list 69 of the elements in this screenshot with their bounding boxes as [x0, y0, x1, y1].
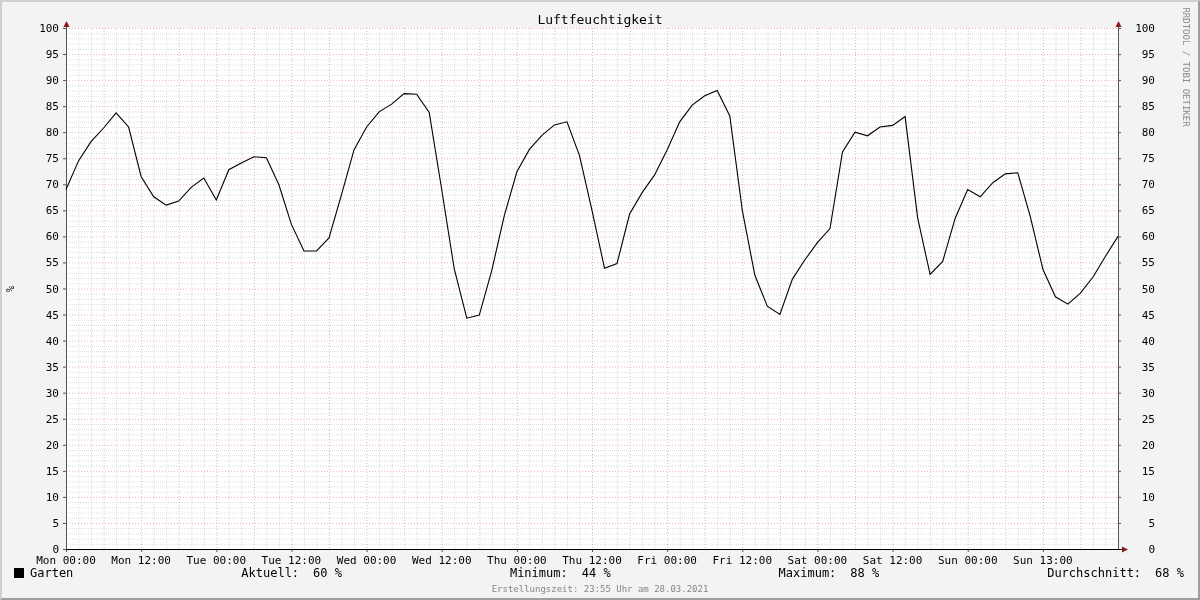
axis-label: Sat 00:00 — [787, 554, 848, 564]
axis-label: 25 — [1141, 412, 1155, 426]
axis-label: 40 — [1141, 334, 1155, 348]
stat-label: Durchschnitt: — [1047, 565, 1142, 582]
axis-label: Mon 00:00 — [36, 554, 96, 564]
axis-label: 30 — [1141, 386, 1155, 400]
axis-label: 55 — [1141, 256, 1155, 270]
axis-label: 70 — [1141, 178, 1155, 192]
axis-label: 70 — [45, 178, 59, 192]
axis-label: 100 — [1135, 22, 1155, 35]
stat-label: Aktuell: — [241, 565, 300, 582]
axis-label: Thu 12:00 — [562, 554, 622, 564]
stat-label: Minimum: — [509, 565, 568, 582]
axis-label: Sat 12:00 — [862, 554, 923, 564]
axis-label: 35 — [1141, 360, 1155, 374]
axis-label: 45 — [1141, 308, 1155, 322]
stat-value: 60 % — [313, 565, 342, 582]
axis-label: 60 — [1141, 230, 1155, 244]
stat-value: 88 % — [850, 565, 880, 582]
stat-value: 68 % — [1155, 565, 1184, 582]
axis-label: 80 — [1141, 126, 1155, 140]
axis-label: 95 — [45, 48, 59, 62]
axis-label: Wed 12:00 — [411, 554, 472, 564]
axis-label: Fri 00:00 — [637, 554, 697, 564]
axis-label: 25 — [45, 412, 59, 426]
axis-label: 15 — [45, 464, 59, 478]
axis-label: 40 — [45, 334, 59, 348]
axis-label: Wed 00:00 — [336, 554, 397, 564]
chart-title: Luftfeuchtigkeit — [537, 12, 663, 27]
axis-label: 5 — [1148, 516, 1155, 530]
axis-label: 65 — [45, 204, 59, 218]
axis-label: 20 — [1141, 438, 1155, 452]
axis-label: Tue 12:00 — [261, 554, 322, 564]
axis-label: 20 — [45, 438, 59, 452]
axis-label: 45 — [45, 308, 59, 322]
axis-label: 10 — [1141, 490, 1155, 504]
axis-label: 75 — [1141, 152, 1155, 166]
axis-label: 95 — [1141, 48, 1155, 62]
stat-label: Maximum: — [778, 565, 837, 582]
axis-label: 30 — [45, 386, 59, 400]
stat-value: 44 % — [581, 565, 611, 582]
axis-label: 10 — [45, 490, 59, 504]
axis-label: 80 — [45, 126, 59, 140]
axis-label: Fri 12:00 — [712, 554, 773, 564]
axis-label: 90 — [45, 74, 59, 88]
axis-label: Sun 00:00 — [937, 554, 998, 564]
axis-label: 50 — [45, 282, 59, 296]
legend-label: Garten — [30, 565, 74, 582]
axis-label: 0 — [52, 543, 59, 556]
axis-label: Thu 00:00 — [487, 554, 547, 564]
axis-label: 35 — [45, 360, 59, 374]
axis-label: 85 — [45, 100, 59, 114]
axis-label: Sun 13:00 — [1013, 554, 1073, 564]
credit-text: RRDTOOL / TOBI OETIKER — [1181, 6, 1191, 129]
axis-label: 75 — [45, 152, 59, 166]
y-axis-title: % — [5, 286, 16, 292]
axis-label: 65 — [1141, 204, 1155, 218]
axis-label: 50 — [1141, 282, 1155, 296]
axis-label: 90 — [1141, 74, 1155, 88]
axis-label: 15 — [1141, 464, 1155, 478]
creation-time-note: Erstellungszeit: 23:55 Uhr am 28.03.2021 — [491, 584, 709, 595]
axis-label: 0 — [1148, 543, 1155, 556]
axis-label: Tue 00:00 — [186, 554, 247, 564]
axis-label: 5 — [52, 516, 59, 530]
axis-label: 60 — [45, 230, 59, 244]
axis-label: 100 — [39, 22, 59, 35]
axis-label: Mon 12:00 — [111, 554, 171, 564]
axis-label: 55 — [45, 256, 59, 270]
axis-label: 85 — [1141, 100, 1155, 114]
